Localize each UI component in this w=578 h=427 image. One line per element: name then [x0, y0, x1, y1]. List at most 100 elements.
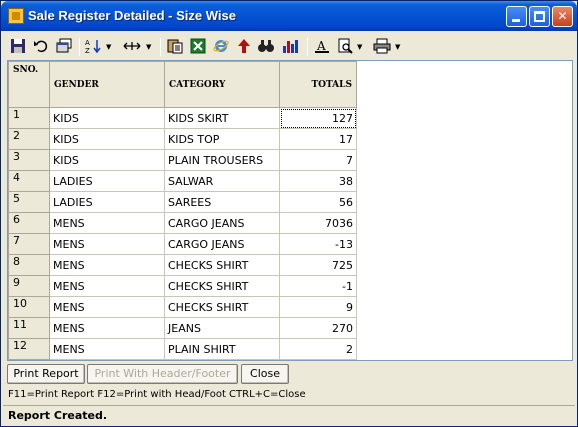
cell-category[interactable]: KIDS TOP [164, 128, 280, 150]
report-grid[interactable]: SNO. GENDER CATEGORY TOTALS 1 KIDS KIDS SK… [7, 60, 573, 361]
svg-text:A: A [85, 39, 90, 47]
table-row[interactable]: 7 MENS CARGO JEANS -13 [8, 233, 357, 255]
row-number: 10 [8, 296, 50, 318]
cell-category[interactable]: CHECKS SHIRT [164, 254, 280, 276]
printer-dropdown-icon[interactable]: ▼ [395, 39, 400, 55]
cell-category[interactable]: SALWAR [164, 170, 280, 192]
table-row[interactable]: 3 KIDS PLAIN TROUSERS 7 [8, 149, 357, 171]
row-number: 5 [8, 191, 50, 213]
cell-totals[interactable]: 9 [279, 296, 357, 318]
cell-totals[interactable]: 725 [279, 254, 357, 276]
cell-category[interactable]: CHECKS SHIRT [164, 296, 280, 318]
preview-dropdown-icon[interactable]: ▼ [357, 39, 362, 55]
header-row: SNO. GENDER CATEGORY TOTALS [8, 61, 357, 108]
row-number: 6 [8, 212, 50, 234]
cell-gender[interactable]: LADIES [49, 191, 165, 213]
cell-totals[interactable]: 270 [279, 317, 357, 339]
cell-category[interactable]: CHECKS SHIRT [164, 275, 280, 297]
sort-dropdown-icon[interactable]: ▼ [106, 39, 111, 55]
cell-gender[interactable]: MENS [49, 317, 165, 339]
cell-gender[interactable]: KIDS [49, 107, 165, 129]
find-icon[interactable] [257, 38, 275, 56]
minimize-icon [512, 19, 520, 22]
table-row[interactable]: 12 MENS PLAIN SHIRT 2 [8, 338, 357, 360]
table-row[interactable]: 1 KIDS KIDS SKIRT 127 [8, 107, 357, 129]
cell-totals[interactable]: -1 [279, 275, 357, 297]
printer-icon[interactable] [372, 38, 392, 56]
print-report-button[interactable]: Print Report [7, 364, 85, 384]
cell-totals[interactable]: -13 [279, 233, 357, 255]
cell-category[interactable]: JEANS [164, 317, 280, 339]
table-row[interactable]: 6 MENS CARGO JEANS 7036 [8, 212, 357, 234]
copy-window-icon[interactable] [55, 38, 73, 56]
cell-category[interactable]: PLAIN SHIRT [164, 338, 280, 360]
cell-category[interactable]: SAREES [164, 191, 280, 213]
ie-icon[interactable] [212, 38, 230, 56]
row-number: 8 [8, 254, 50, 276]
cell-gender[interactable]: LADIES [49, 170, 165, 192]
table-row[interactable]: 9 MENS CHECKS SHIRT -1 [8, 275, 357, 297]
sort-az-icon[interactable]: AZ [85, 38, 103, 56]
cell-category[interactable]: CARGO JEANS [164, 233, 280, 255]
cell-totals[interactable]: 127 [279, 107, 357, 129]
svg-text:A: A [316, 39, 326, 53]
print-preview-icon[interactable] [336, 38, 354, 56]
table-row[interactable]: 4 LADIES SALWAR 38 [8, 170, 357, 192]
cell-category[interactable]: PLAIN TROUSERS [164, 149, 280, 171]
row-number: 7 [8, 233, 50, 255]
up-arrow-icon[interactable] [235, 38, 253, 56]
cell-gender[interactable]: MENS [49, 296, 165, 318]
minimize-button[interactable] [506, 6, 527, 27]
table-row[interactable]: 2 KIDS KIDS TOP 17 [8, 128, 357, 150]
cell-gender[interactable]: MENS [49, 275, 165, 297]
header-category[interactable]: CATEGORY [164, 61, 280, 108]
row-number: 3 [8, 149, 50, 171]
row-number: 12 [8, 338, 50, 360]
cell-totals[interactable]: 17 [279, 128, 357, 150]
row-number: 9 [8, 275, 50, 297]
cell-gender[interactable]: KIDS [49, 128, 165, 150]
cell-totals[interactable]: 7 [279, 149, 357, 171]
column-dropdown-icon[interactable]: ▼ [146, 39, 151, 55]
excel-icon[interactable] [189, 38, 207, 56]
window-title: Sale Register Detailed - Size Wise [28, 8, 236, 23]
app-icon [8, 8, 24, 24]
table-row[interactable]: 8 MENS CHECKS SHIRT 725 [8, 254, 357, 276]
cell-gender[interactable]: KIDS [49, 149, 165, 171]
title-bar[interactable]: Sale Register Detailed - Size Wise ✕ [1, 1, 577, 31]
undo-icon[interactable] [32, 38, 50, 56]
save-icon[interactable] [9, 38, 27, 56]
row-number: 1 [8, 107, 50, 129]
table-row[interactable]: 5 LADIES SAREES 56 [8, 191, 357, 213]
toolbar-separator [307, 38, 308, 56]
header-sno[interactable]: SNO. [8, 61, 50, 108]
svg-text:Z: Z [85, 47, 90, 54]
cell-totals[interactable]: 7036 [279, 212, 357, 234]
close-button[interactable]: Close [241, 364, 289, 384]
table-row[interactable]: 11 MENS JEANS 270 [8, 317, 357, 339]
maximize-icon [534, 11, 545, 22]
cell-gender[interactable]: MENS [49, 254, 165, 276]
chart-icon[interactable] [281, 38, 301, 56]
status-bar: Report Created. [3, 405, 575, 425]
cell-gender[interactable]: MENS [49, 233, 165, 255]
maximize-button[interactable] [529, 6, 550, 27]
paste-icon[interactable] [166, 38, 184, 56]
cell-totals[interactable]: 2 [279, 338, 357, 360]
cell-gender[interactable]: MENS [49, 212, 165, 234]
cell-category[interactable]: CARGO JEANS [164, 212, 280, 234]
row-number: 2 [8, 128, 50, 150]
status-text: Report Created. [8, 409, 108, 422]
cell-totals[interactable]: 56 [279, 191, 357, 213]
header-totals[interactable]: TOTALS [279, 61, 357, 108]
close-window-button[interactable]: ✕ [552, 6, 573, 27]
table-row[interactable]: 10 MENS CHECKS SHIRT 9 [8, 296, 357, 318]
cell-category[interactable]: KIDS SKIRT [164, 107, 280, 129]
column-width-icon[interactable] [121, 38, 143, 56]
header-gender[interactable]: GENDER [49, 61, 165, 108]
report-table: SNO. GENDER CATEGORY TOTALS 1 KIDS KIDS SK… [8, 61, 357, 360]
print-with-header-footer-button[interactable]: Print With Header/Footer [87, 364, 238, 384]
font-icon[interactable]: A [313, 38, 331, 56]
cell-totals[interactable]: 38 [279, 170, 357, 192]
cell-gender[interactable]: MENS [49, 338, 165, 360]
